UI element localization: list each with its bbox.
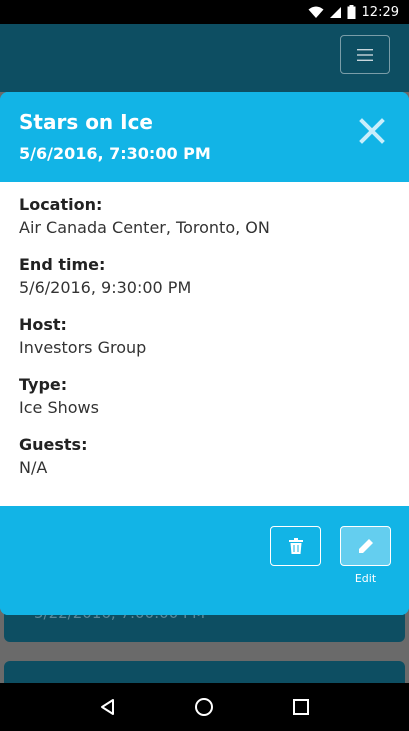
- event-details-modal: Stars on Ice 5/6/2016, 7:30:00 PM Locati…: [0, 92, 409, 615]
- home-icon: [195, 698, 214, 716]
- back-button[interactable]: [96, 695, 120, 719]
- close-icon: [359, 118, 385, 144]
- wifi-icon: [308, 6, 324, 18]
- app-header: [0, 24, 409, 92]
- field-host: Host: Investors Group: [19, 314, 390, 360]
- field-value: 5/6/2016, 9:30:00 PM: [19, 278, 192, 297]
- edit-button[interactable]: [340, 526, 391, 566]
- field-value: N/A: [19, 458, 48, 477]
- field-value: Investors Group: [19, 338, 147, 357]
- modal-footer: Edit: [0, 506, 409, 615]
- edit-label: Edit: [354, 572, 377, 585]
- field-label: End time:: [19, 255, 106, 274]
- field-label: Guests:: [19, 435, 88, 454]
- field-label: Host:: [19, 315, 67, 334]
- status-time: 12:29: [361, 4, 399, 20]
- field-guests: Guests: N/A: [19, 434, 390, 480]
- back-icon: [101, 699, 115, 715]
- field-label: Type:: [19, 375, 68, 394]
- field-location: Location: Air Canada Center, Toronto, ON: [19, 194, 390, 240]
- field-end-time: End time: 5/6/2016, 9:30:00 PM: [19, 254, 390, 300]
- close-button[interactable]: [357, 116, 387, 146]
- modal-header: Stars on Ice 5/6/2016, 7:30:00 PM: [0, 92, 409, 182]
- status-icons: [308, 5, 356, 19]
- field-value: Air Canada Center, Toronto, ON: [19, 218, 270, 237]
- status-bar: 12:29: [0, 0, 409, 24]
- modal-subtitle: 5/6/2016, 7:30:00 PM: [19, 144, 211, 163]
- field-value: Ice Shows: [19, 398, 99, 417]
- trash-icon: [288, 538, 303, 554]
- battery-icon: [347, 5, 356, 19]
- signal-icon: [329, 6, 341, 18]
- menu-button[interactable]: [340, 35, 390, 74]
- hamburger-icon: [357, 48, 373, 61]
- home-button[interactable]: [192, 695, 216, 719]
- recents-button[interactable]: [289, 695, 313, 719]
- field-label: Location:: [19, 195, 103, 214]
- modal-body: Location: Air Canada Center, Toronto, ON…: [0, 182, 409, 506]
- recents-icon: [292, 699, 309, 715]
- field-type: Type: Ice Shows: [19, 374, 390, 420]
- android-nav-bar: [0, 683, 409, 731]
- delete-button[interactable]: [270, 526, 321, 566]
- pencil-icon: [358, 539, 373, 553]
- modal-title: Stars on Ice: [19, 110, 153, 134]
